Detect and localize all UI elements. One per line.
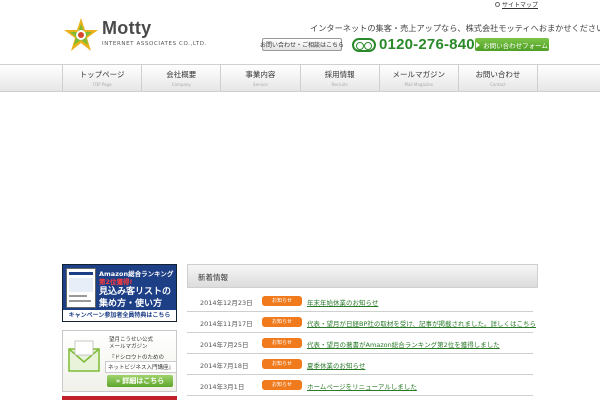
news-date: 2014年7月18日 [200,362,249,370]
news-header: 新着情報 [187,264,538,288]
news-title-link[interactable]: 年末年始休業のお知らせ [307,297,378,307]
news-item: 2014年12月23日 お知らせ 年末年始休業のお知らせ [187,291,533,312]
news-date: 2014年3月1日 [200,383,245,391]
banner-course-line1: 『ドシロウトのための [109,355,165,361]
banner-campaign-footer: キャンペーン参加者全員特典はこちら [63,310,176,321]
nav-item-label: メールマガジン [392,70,446,79]
header-tagline: インターネットの集客・売上アップなら、株式会社モッティへおまかせください。 [310,23,600,33]
nav-item-label: 会社概要 [166,70,197,79]
nav-item-sublabel: Mail Magazine [404,82,434,87]
sitemap-label: サイトマップ [501,2,538,9]
nav-item-company[interactable]: 会社概要 Company [141,65,220,91]
red-banner-partial[interactable] [62,396,177,400]
news-badge: お知らせ [262,380,302,390]
nav-item-sublabel: Service [253,82,268,87]
sitemap-link[interactable]: サイトマップ [494,0,538,9]
global-nav-items: トップページ TOP Page 会社概要 Company 事業内容 Servic… [62,65,539,91]
mail-details-button[interactable]: » 詳細はこちら [107,375,173,387]
nav-item-label: トップページ [79,70,125,79]
nav-item-sublabel: Contact [490,82,506,87]
free-dial-icon [352,37,376,52]
news-item: 2014年7月25日 お知らせ 代表・望月の著書がAmazon総合ランキング第2… [187,333,533,354]
nav-item-mail-magazine[interactable]: メールマガジン Mail Magazine [378,65,458,91]
news-badge: お知らせ [262,296,302,306]
nav-item-service[interactable]: 事業内容 Service [220,65,299,91]
company-logo[interactable]: Motty INTERNET ASSOCIATES CO.,LTD. [62,14,206,54]
news-item: 2014年7月18日 お知らせ 夏季休業のお知らせ [187,354,533,375]
news-item: 2014年3月1日 お知らせ ホームページをリニューアルしました [187,375,533,396]
nav-item-label: お問い合わせ [475,70,521,79]
nav-item-contact[interactable]: お問い合わせ Contact [457,65,539,91]
mail-magazine-banner[interactable]: 望月こうせい公式 メールマガジン 『ドシロウトのための ネットビジネス入門講座』… [62,330,177,392]
nav-item-sublabel: Recruits [331,82,348,87]
contact-form-label: お問い合わせフォーム [483,41,548,50]
news-date: 2014年7月25日 [200,341,249,349]
news-heading: 新着情報 [198,273,228,282]
news-title-link[interactable]: 夏季休業のお知らせ [307,360,365,370]
logo-name: Motty [102,18,152,38]
news-section: 新着情報 2014年12月23日 お知らせ 年末年始休業のお知らせ 2014年1… [187,264,538,400]
global-nav: トップページ TOP Page 会社概要 Company 事業内容 Servic… [0,64,600,92]
news-title-link[interactable]: ホームページをリニューアルしました [307,381,417,391]
news-title-link[interactable]: 代表・望月が日経BP社の取材を受け、記事が掲載されました。詳しくはこちら [307,318,536,328]
logo-subtitle: INTERNET ASSOCIATES CO.,LTD. [102,41,207,47]
nav-item-sublabel: TOP Page [92,82,112,87]
mail-details-label: 詳細はこちら [122,377,165,385]
double-chevron-icon: » [115,377,121,385]
banner-title-line2: 集め方・使い方 [99,299,163,309]
banner-course-line2: ネットビジネス入門講座』 [105,361,176,373]
news-badge: お知らせ [262,338,302,348]
envelope-icon [68,340,100,372]
arrow-right-icon [476,41,481,48]
book-cover-icon [66,268,96,308]
phone-number[interactable]: 0120-276-840 [352,36,475,53]
nav-item-label: 採用情報 [324,70,355,79]
phone-number-text: 0120-276-840 [379,36,475,53]
banner-mail-text: メールマガジン [109,344,148,350]
amazon-ranking-banner[interactable]: Amazon総合ランキング 第2位獲得! 見込み客リストの 集め方・使い方 キャ… [62,264,177,322]
circle-bullet-icon [494,2,500,7]
news-badge: お知らせ [262,359,302,369]
news-date: 2014年11月17日 [200,320,253,328]
contact-consult-button[interactable]: お問い合わせ・ご相談はこちら [260,38,344,51]
news-title-link[interactable]: 代表・望月の著書がAmazon総合ランキング第2位を獲得しました [307,339,500,349]
news-item: 2014年11月17日 お知らせ 代表・望月が日経BP社の取材を受け、記事が掲載… [187,312,536,333]
star-logo-icon [64,18,98,51]
nav-item-sublabel: Company [171,82,191,87]
contact-form-button[interactable]: お問い合わせフォーム [475,38,549,51]
nav-item-recruits[interactable]: 採用情報 Recruits [299,65,379,91]
news-date: 2014年12月23日 [200,299,253,307]
news-badge: お知らせ [262,317,302,327]
nav-item-label: 事業内容 [245,70,276,79]
nav-item-top[interactable]: トップページ TOP Page [62,65,141,91]
